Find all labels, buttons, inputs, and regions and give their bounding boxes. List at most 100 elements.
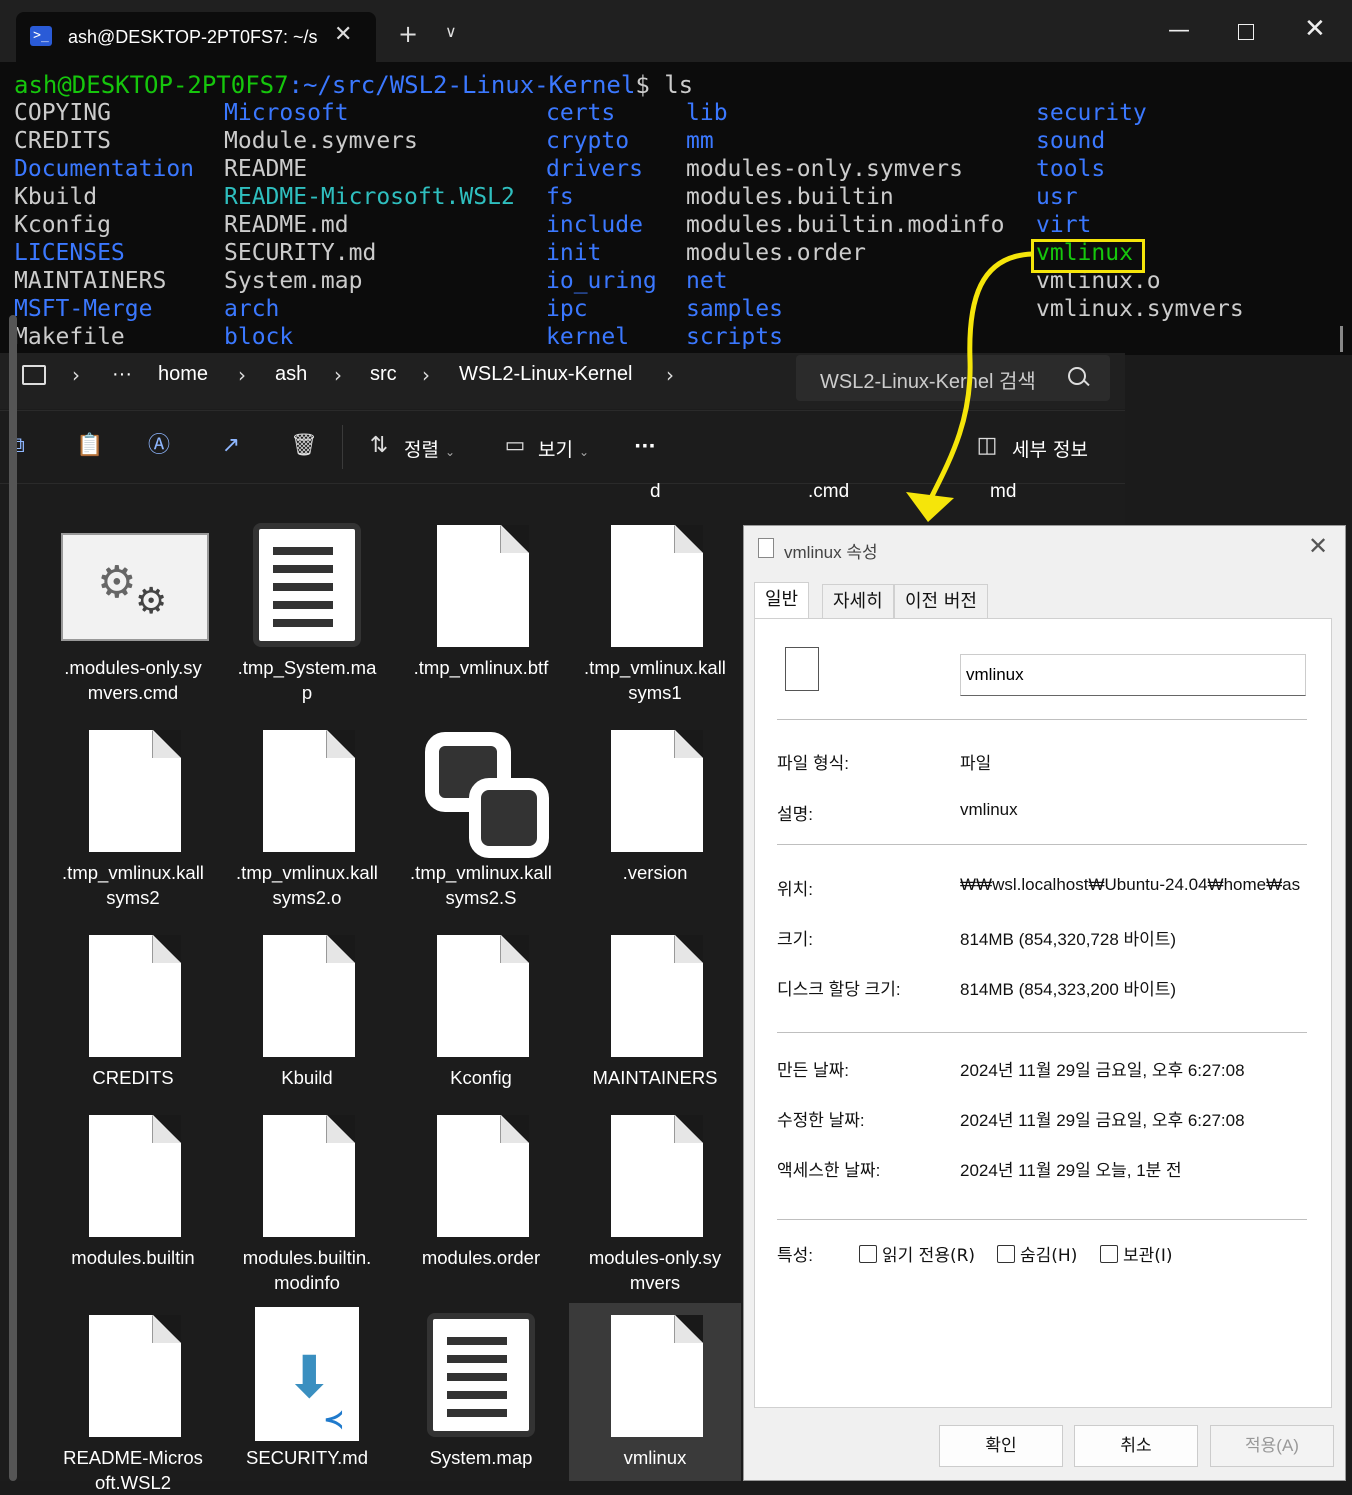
general-panel: 파일 형식: 파일 설명: vmlinux 위치: ₩₩wsl.localhos… xyxy=(754,618,1332,1408)
tab-close-icon[interactable]: ✕ xyxy=(334,22,352,47)
file-item-label: SECURITY.md xyxy=(246,1447,368,1468)
file-item[interactable]: ⬇ ≺ SECURITY.md xyxy=(221,1303,393,1481)
vscode-markdown-icon: ⬇ ≺ xyxy=(255,1307,359,1441)
annotation-highlight-box xyxy=(1031,239,1145,273)
paste-icon[interactable]: 📋 xyxy=(76,433,103,459)
breadcrumb-wsl2-linux-kernel[interactable]: WSL2-Linux-Kernel xyxy=(459,363,632,386)
terminal-tab[interactable]: >_ ash@DESKTOP-2PT0FS7: ~/src ✕ xyxy=(16,12,376,62)
accessed-label: 액세스한 날짜: xyxy=(777,1161,881,1180)
more-options-button[interactable]: ··· xyxy=(634,435,656,457)
ls-entry: io_uring xyxy=(546,268,657,294)
rename-icon[interactable]: Ⓐ xyxy=(146,433,172,459)
ls-entry: LICENSES xyxy=(14,240,125,266)
ls-entry: ipc xyxy=(546,296,588,322)
breadcrumb-ash[interactable]: ash xyxy=(275,363,307,386)
file-item[interactable]: System.map xyxy=(395,1303,567,1481)
file-item[interactable]: modules.order xyxy=(395,1103,567,1293)
maximize-button[interactable] xyxy=(1238,24,1254,40)
properties-dialog[interactable]: vmlinux 속성 ✕ 일반 자세히 이전 버전 파일 형식: 파일 설명: … xyxy=(743,525,1346,1481)
toolbar-divider xyxy=(342,425,343,469)
ls-entry: README xyxy=(224,156,308,182)
chevron-right-icon[interactable]: › xyxy=(666,363,674,387)
file-item[interactable]: vmlinux xyxy=(569,1303,741,1481)
file-item[interactable]: ⚙ ⚙ .modules-only.sy mvers.cmd xyxy=(47,513,219,703)
dialog-close-icon[interactable]: ✕ xyxy=(1308,532,1328,560)
file-item[interactable]: .tmp_vmlinux.kall syms2 xyxy=(47,718,219,908)
sort-icon[interactable]: ⇅ xyxy=(366,433,392,459)
file-name-input[interactable] xyxy=(960,654,1306,696)
blank-file-icon xyxy=(263,1115,355,1237)
partial-label: d xyxy=(650,481,661,502)
details-button[interactable]: 세부 정보 xyxy=(1012,435,1088,462)
view-icon[interactable]: ▭ xyxy=(502,433,528,459)
hidden-checkbox[interactable]: 숨김(H) xyxy=(997,1241,1077,1266)
ls-entry: fs xyxy=(546,184,574,210)
file-item[interactable]: modules-only.sy mvers xyxy=(569,1103,741,1293)
location-value: ₩₩wsl.localhost₩Ubuntu-24.04₩home₩as xyxy=(960,875,1301,894)
address-bar[interactable]: › ··· home › ash › src › WSL2-Linux-Kern… xyxy=(0,353,1125,409)
close-window-button[interactable]: ✕ xyxy=(1304,14,1326,44)
tab-general[interactable]: 일반 xyxy=(754,582,810,619)
view-button[interactable]: 보기 ⌄ xyxy=(538,435,589,462)
ls-entry: virt xyxy=(1036,212,1092,238)
prompt-user: ash@DESKTOP-2PT0FS7 xyxy=(14,71,289,99)
file-item[interactable]: modules.builtin. modinfo xyxy=(221,1103,393,1293)
file-item[interactable]: .tmp_System.ma p xyxy=(221,513,393,703)
blank-file-icon xyxy=(437,935,529,1057)
ls-entry: modules-only.symvers xyxy=(686,156,963,182)
file-item[interactable]: MAINTAINERS xyxy=(569,923,741,1113)
breadcrumb-src[interactable]: src xyxy=(370,363,397,386)
ls-entry: MAINTAINERS xyxy=(14,268,167,294)
search-input[interactable]: WSL2-Linux-Kernel 검색 xyxy=(796,355,1110,401)
sort-button[interactable]: 정렬 ⌄ xyxy=(404,435,455,462)
archive-checkbox[interactable]: 보관(I) xyxy=(1100,1241,1173,1266)
file-item[interactable]: .tmp_vmlinux.btf xyxy=(395,513,567,703)
ls-entry: Makefile xyxy=(14,324,125,350)
file-item[interactable]: .version xyxy=(569,718,741,908)
delete-icon[interactable]: 🗑 xyxy=(290,433,318,459)
settings-file-icon: ⚙ ⚙ xyxy=(61,533,209,641)
share-icon[interactable]: ↗ xyxy=(218,433,244,459)
details-pane-icon[interactable]: ◫ xyxy=(974,433,1000,459)
file-item[interactable]: .tmp_vmlinux.kall syms2.S xyxy=(395,718,567,908)
search-icon[interactable] xyxy=(1068,367,1086,385)
readonly-checkbox[interactable]: 읽기 전용(R) xyxy=(859,1241,975,1266)
file-item-label: .tmp_vmlinux.kall syms2 xyxy=(62,862,204,908)
ls-entry: CREDITS xyxy=(14,128,111,154)
tab-details[interactable]: 자세히 xyxy=(822,584,894,619)
file-item-label: modules.builtin. modinfo xyxy=(242,1247,372,1293)
terminal-scrollbar[interactable] xyxy=(1340,326,1343,352)
prompt-command: $ ls xyxy=(635,71,694,99)
file-item[interactable]: .tmp_vmlinux.kall syms1 xyxy=(569,513,741,703)
terminal-window[interactable]: >_ ash@DESKTOP-2PT0FS7: ~/src ✕ + ∨ — ✕ … xyxy=(0,0,1352,355)
ls-entry: MSFT-Merge xyxy=(14,296,153,322)
text-document-icon xyxy=(427,1313,535,1437)
explorer-scrollbar[interactable] xyxy=(9,315,17,1481)
file-item[interactable]: modules.builtin xyxy=(47,1103,219,1293)
ls-entry: Documentation xyxy=(14,156,195,182)
ok-button[interactable]: 확인 xyxy=(939,1425,1063,1467)
breadcrumb-ellipsis[interactable]: ··· xyxy=(112,363,132,386)
new-tab-button[interactable]: + xyxy=(398,22,418,46)
assembly-file-icon xyxy=(421,728,549,858)
copy-icon[interactable]: ⧉ xyxy=(4,433,30,459)
file-item[interactable]: .tmp_vmlinux.kall syms2.o xyxy=(221,718,393,908)
tab-dropdown-button[interactable]: ∨ xyxy=(445,22,457,41)
blank-file-icon xyxy=(263,730,355,852)
file-icon xyxy=(785,647,819,691)
minimize-button[interactable]: — xyxy=(1168,18,1190,43)
cancel-button[interactable]: 취소 xyxy=(1074,1425,1198,1467)
file-item[interactable]: Kconfig xyxy=(395,923,567,1113)
chevron-right-icon: › xyxy=(72,363,80,387)
divider xyxy=(777,844,1307,845)
file-item[interactable]: Kbuild xyxy=(221,923,393,1113)
tab-previous-versions[interactable]: 이전 버전 xyxy=(894,584,988,619)
blank-file-icon xyxy=(437,1115,529,1237)
file-item[interactable]: CREDITS xyxy=(47,923,219,1113)
apply-button[interactable]: 적용(A) xyxy=(1210,1425,1334,1467)
ls-entry: samples xyxy=(686,296,783,322)
prompt-path: :~/src/WSL2-Linux-Kernel xyxy=(288,71,636,99)
breadcrumb-home[interactable]: home xyxy=(158,363,208,386)
file-item[interactable]: README-Micros oft.WSL2 xyxy=(47,1303,219,1493)
computer-icon[interactable] xyxy=(22,365,46,385)
